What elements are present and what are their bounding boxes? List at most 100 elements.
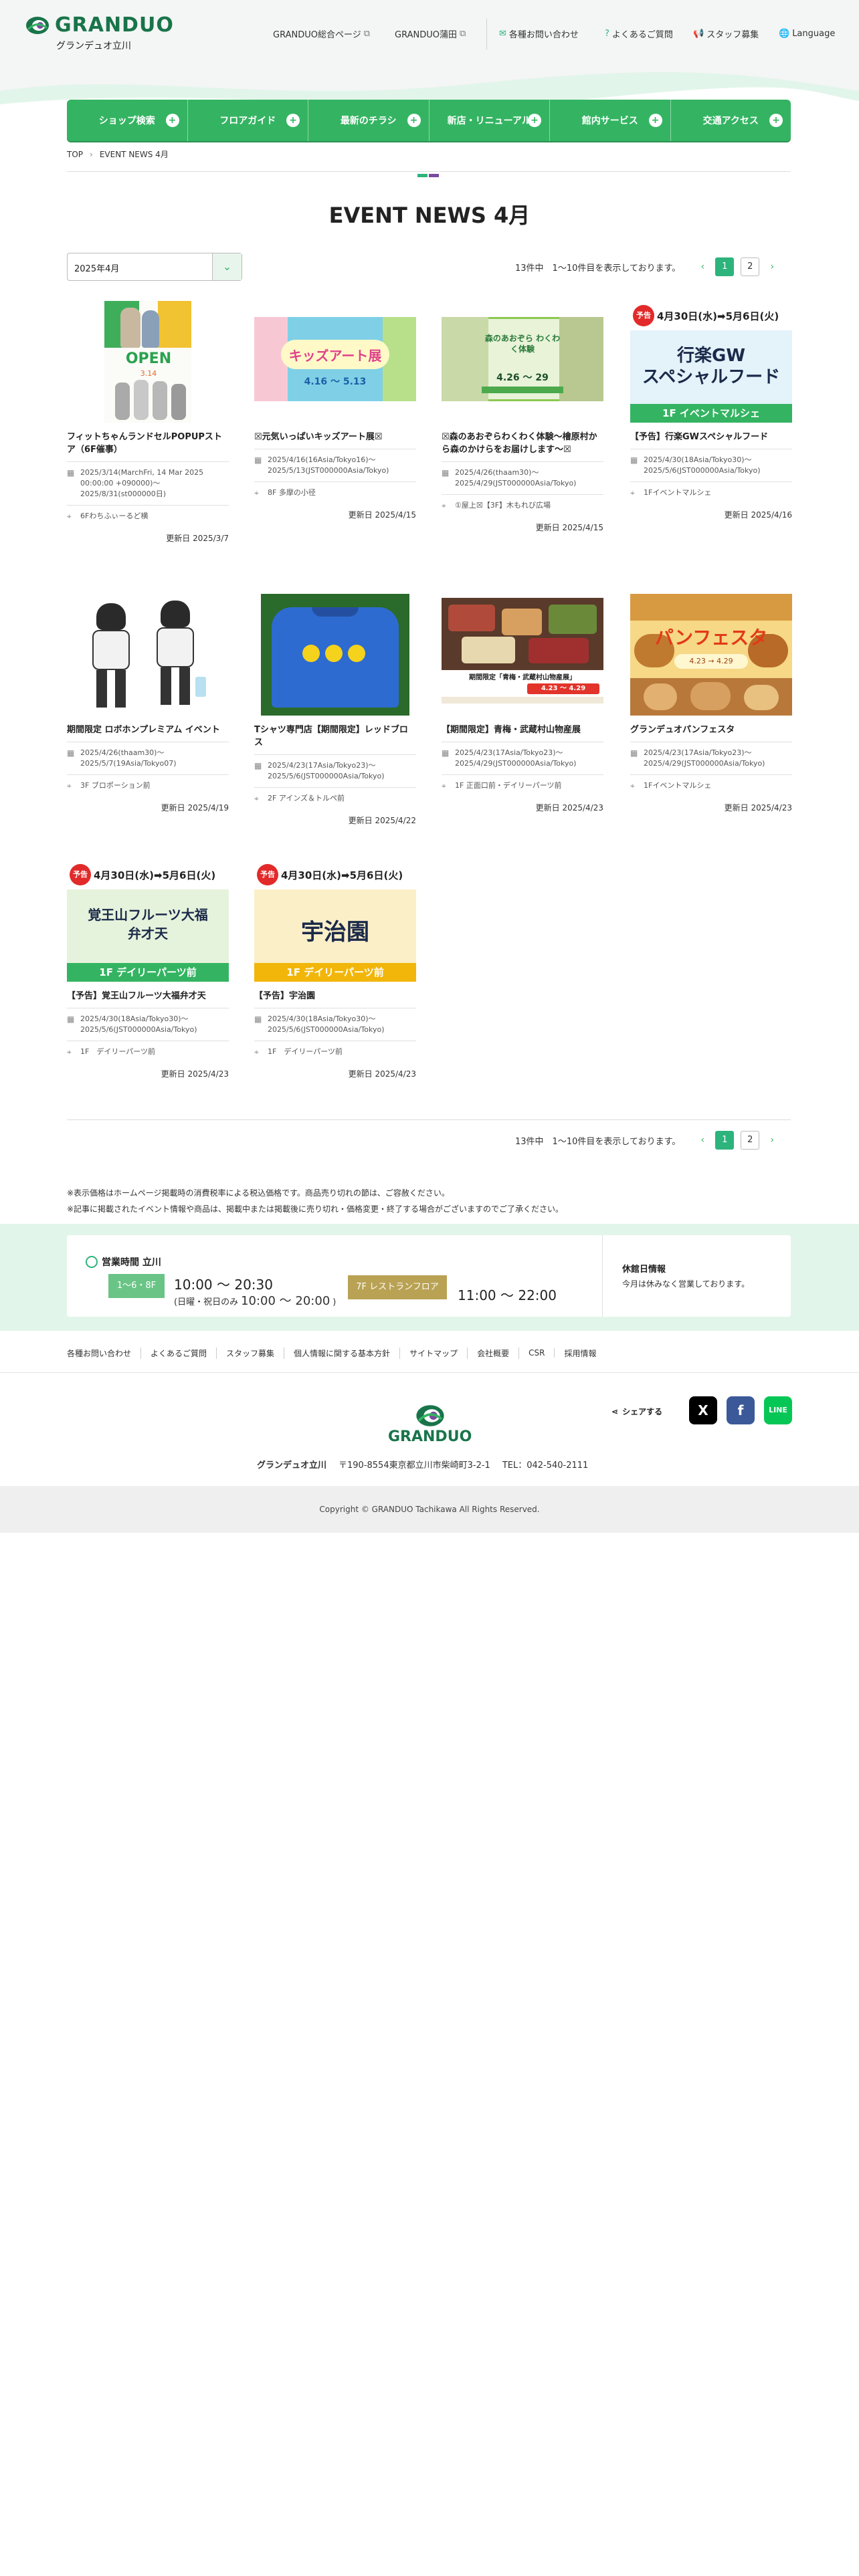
- divider: [67, 1119, 791, 1120]
- util-link-faq[interactable]: ? よくあるご質問: [605, 27, 673, 40]
- holiday-title: 休館日情報: [622, 1265, 666, 1275]
- event-place-row: ⌖ ①屋上☒【3F】木もれび広場: [442, 494, 603, 511]
- event-card[interactable]: OPEN 3.14 フィットちゃんランドセルPOPUPストア（6F催事） ▦ 20…: [67, 301, 229, 544]
- event-card[interactable]: 予告 4月30日(水)➡5月6日(火) 行楽GW スペシャルフード 1F イベン…: [630, 301, 792, 520]
- util-link-language[interactable]: 🌐 Language: [779, 27, 835, 40]
- nav-access[interactable]: 交通アクセス +: [671, 100, 791, 141]
- util-link-contact[interactable]: ✉ 各種お問い合わせ: [499, 27, 579, 40]
- event-title[interactable]: 期間限定 ロボホンプレミアム イベント: [67, 724, 229, 736]
- event-card[interactable]: 期間限定 ロボホンプレミアム イベント ▦ 2025/4/26(thaam30)〜…: [67, 594, 229, 813]
- event-updated: 更新日 2025/4/16: [724, 510, 792, 520]
- thumb-caption: 宇治園: [301, 919, 369, 946]
- event-title[interactable]: 【予告】行楽GWスペシャルフード: [630, 431, 792, 443]
- event-card[interactable]: Tシャツ専門店【期間限定】レッドブロス ▦ 2025/4/23(17Asia/To…: [254, 594, 416, 826]
- event-place-row: ⌖ 1Fイベントマルシェ: [630, 481, 792, 498]
- event-title[interactable]: 【予告】覚王山フルーツ大福弁才天: [67, 990, 229, 1002]
- footer-logo[interactable]: GRANDUO: [388, 1404, 472, 1451]
- next-page-arrow-icon[interactable]: ›: [766, 1135, 778, 1146]
- footer-link-staff[interactable]: スタッフ募集: [217, 1347, 285, 1359]
- business-hours: 営業時間 立川 1〜6・8F 10:00 〜 20:30 (日曜・祝日のみ 10…: [67, 1235, 791, 1317]
- prev-page-arrow-icon[interactable]: ‹: [696, 261, 708, 272]
- event-title[interactable]: Tシャツ専門店【期間限定】レッドブロス: [254, 724, 416, 749]
- footer-link-recruit[interactable]: 採用情報: [555, 1348, 605, 1359]
- event-card[interactable]: 森のあおぞら わくわく体験 4.26 〜 29 ☒森のあおぞらわくわく体験〜檜原…: [442, 301, 603, 533]
- hours-heading: 営業時間 立川: [86, 1255, 161, 1269]
- logo-subtitle: グランデュオ立川: [56, 41, 131, 51]
- month-select[interactable]: 2025年4月 ⌄: [67, 253, 242, 281]
- event-card[interactable]: キッズアート展 4.16 〜 5.13 ☒元気いっぱいキッズアート展☒ ▦ 202…: [254, 301, 416, 520]
- chevron-down-icon[interactable]: ⌄: [212, 253, 242, 280]
- thumb-band: 1F イベントマルシェ: [630, 404, 792, 423]
- thumb-caption: OPEN: [125, 350, 172, 367]
- hours-sunday-label: (日曜・祝日のみ: [174, 1297, 239, 1307]
- footer-link-privacy[interactable]: 個人情報に関する基本方針: [284, 1347, 401, 1359]
- footer-link-csr[interactable]: CSR: [519, 1348, 555, 1358]
- page-button-2[interactable]: 2: [741, 1131, 760, 1150]
- event-title[interactable]: 【期間限定】青梅・武蔵村山物産展: [442, 724, 603, 736]
- event-card[interactable]: 予告 4月30日(水)➡5月6日(火) 宇治園 1F デイリーパーツ前 【予告】…: [254, 860, 416, 1079]
- footer-link-sitemap[interactable]: サイトマップ: [400, 1347, 468, 1359]
- question-icon: ?: [605, 28, 609, 39]
- event-updated: 更新日 2025/3/7: [166, 534, 229, 543]
- event-card[interactable]: パンフェスタ 4.23 → 4.29 グランデュオパンフェスタ ▦ 2025/4/…: [630, 594, 792, 813]
- calendar-icon: ▦: [67, 748, 75, 758]
- util-link-granduo-general[interactable]: GRANDUO総合ページ ⧉: [273, 27, 370, 40]
- event-title[interactable]: グランデュオパンフェスタ: [630, 724, 792, 736]
- x-share-button[interactable]: X: [689, 1396, 717, 1424]
- megaphone-icon: 📢: [693, 28, 704, 39]
- page-button-2[interactable]: 2: [741, 257, 760, 276]
- nav-shop-search[interactable]: ショップ検索 +: [67, 100, 188, 141]
- site-logo[interactable]: GRANDUO グランデュオ立川: [25, 13, 173, 53]
- page-button-1[interactable]: 1: [715, 257, 735, 276]
- prev-page-arrow-icon[interactable]: ‹: [696, 1135, 708, 1146]
- event-updated: 更新日 2025/4/23: [724, 803, 792, 813]
- thumb-band: 1F デイリーパーツ前: [254, 963, 416, 982]
- calendar-icon: ▦: [67, 1014, 75, 1024]
- nav-services[interactable]: 館内サービス +: [550, 100, 671, 141]
- breadcrumb: TOP › EVENT NEWS 4月: [67, 148, 169, 160]
- event-updated: 更新日 2025/4/23: [161, 1069, 229, 1079]
- event-card[interactable]: 予告 4月30日(水)➡5月6日(火) 覚王山フルーツ大福 弁才天 1F デイリ…: [67, 860, 229, 1079]
- facebook-share-button[interactable]: f: [727, 1396, 755, 1424]
- nav-latest-flyers[interactable]: 最新のチラシ +: [308, 100, 430, 141]
- thumb-sub: 4.16 〜 5.13: [304, 377, 367, 387]
- util-link-label: スタッフ募集: [706, 29, 759, 40]
- share-label: シェアする: [622, 1407, 663, 1416]
- footer-link-company[interactable]: 会社概要: [468, 1347, 520, 1359]
- footer-link-faq[interactable]: よくあるご質問: [141, 1347, 217, 1359]
- logo-mark-icon: [26, 17, 49, 34]
- line-share-button[interactable]: LINE: [764, 1396, 792, 1424]
- event-date-row: ▦ 2025/4/26(thaam30)〜2025/4/29(JST000000A…: [442, 461, 603, 489]
- thumb-caption: パンフェスタ: [654, 627, 768, 649]
- main-navigation: ショップ検索 + フロアガイド + 最新のチラシ + 新店・リニューアル + 館内サービ…: [67, 100, 791, 141]
- event-card[interactable]: 期間限定「青梅・武蔵村山物産展」 4.23 〜 4.29 【期間限定】青梅・武蔵…: [442, 594, 603, 813]
- footer-link-contact[interactable]: 各種お問い合わせ: [67, 1347, 142, 1359]
- util-link-staff[interactable]: 📢 スタッフ募集: [693, 27, 759, 40]
- next-page-arrow-icon[interactable]: ›: [766, 261, 778, 272]
- thumb-dates: 4月30日(水)➡5月6日(火): [281, 869, 403, 881]
- event-title[interactable]: フィットちゃんランドセルPOPUPストア（6F催事）: [67, 431, 229, 456]
- event-place-row: ⌖ 8F 多摩の小径: [254, 481, 416, 498]
- event-updated: 更新日 2025/4/19: [161, 803, 229, 813]
- event-place-row: ⌖ 1F デイリーパーツ前: [67, 1041, 229, 1057]
- external-link-icon: ⧉: [363, 28, 370, 39]
- event-date-row: ▦ 2025/4/30(18Asia/Tokyo30)〜2025/5/6(JST0…: [254, 1008, 416, 1035]
- page-button-1[interactable]: 1: [715, 1131, 735, 1150]
- event-updated: 更新日 2025/4/23: [535, 803, 603, 813]
- event-title[interactable]: ☒元気いっぱいキッズアート展☒: [254, 431, 416, 443]
- nav-label: 館内サービス: [581, 116, 638, 126]
- nav-floor-guide[interactable]: フロアガイド +: [188, 100, 308, 141]
- event-date-row: ▦ 2025/3/14(MarchFri, 14 Mar 2025 00:00:0…: [67, 461, 229, 500]
- breadcrumb-home[interactable]: TOP: [67, 150, 83, 159]
- util-link-granduo-kamata[interactable]: GRANDUO蒲田 ⧉: [395, 27, 466, 40]
- nav-new-renewal[interactable]: 新店・リニューアル +: [430, 100, 550, 141]
- event-place-row: ⌖ 1F 正面口前・デイリーパーツ前: [442, 774, 603, 791]
- share-icon: ⋖: [611, 1406, 619, 1416]
- calendar-icon: ▦: [630, 748, 638, 758]
- location-pin-icon: ⌖: [254, 794, 259, 803]
- event-title[interactable]: 【予告】宇治園: [254, 990, 416, 1002]
- thumb-sub: 4.23 → 4.29: [674, 654, 748, 669]
- event-date: 2025/4/23(17Asia/Tokyo23)〜2025/4/29(JST0…: [455, 748, 577, 768]
- event-title[interactable]: ☒森のあおぞらわくわく体験〜檜原村から森のかけらをお届けします〜☒: [442, 431, 603, 456]
- event-updated: 更新日 2025/4/15: [535, 523, 603, 532]
